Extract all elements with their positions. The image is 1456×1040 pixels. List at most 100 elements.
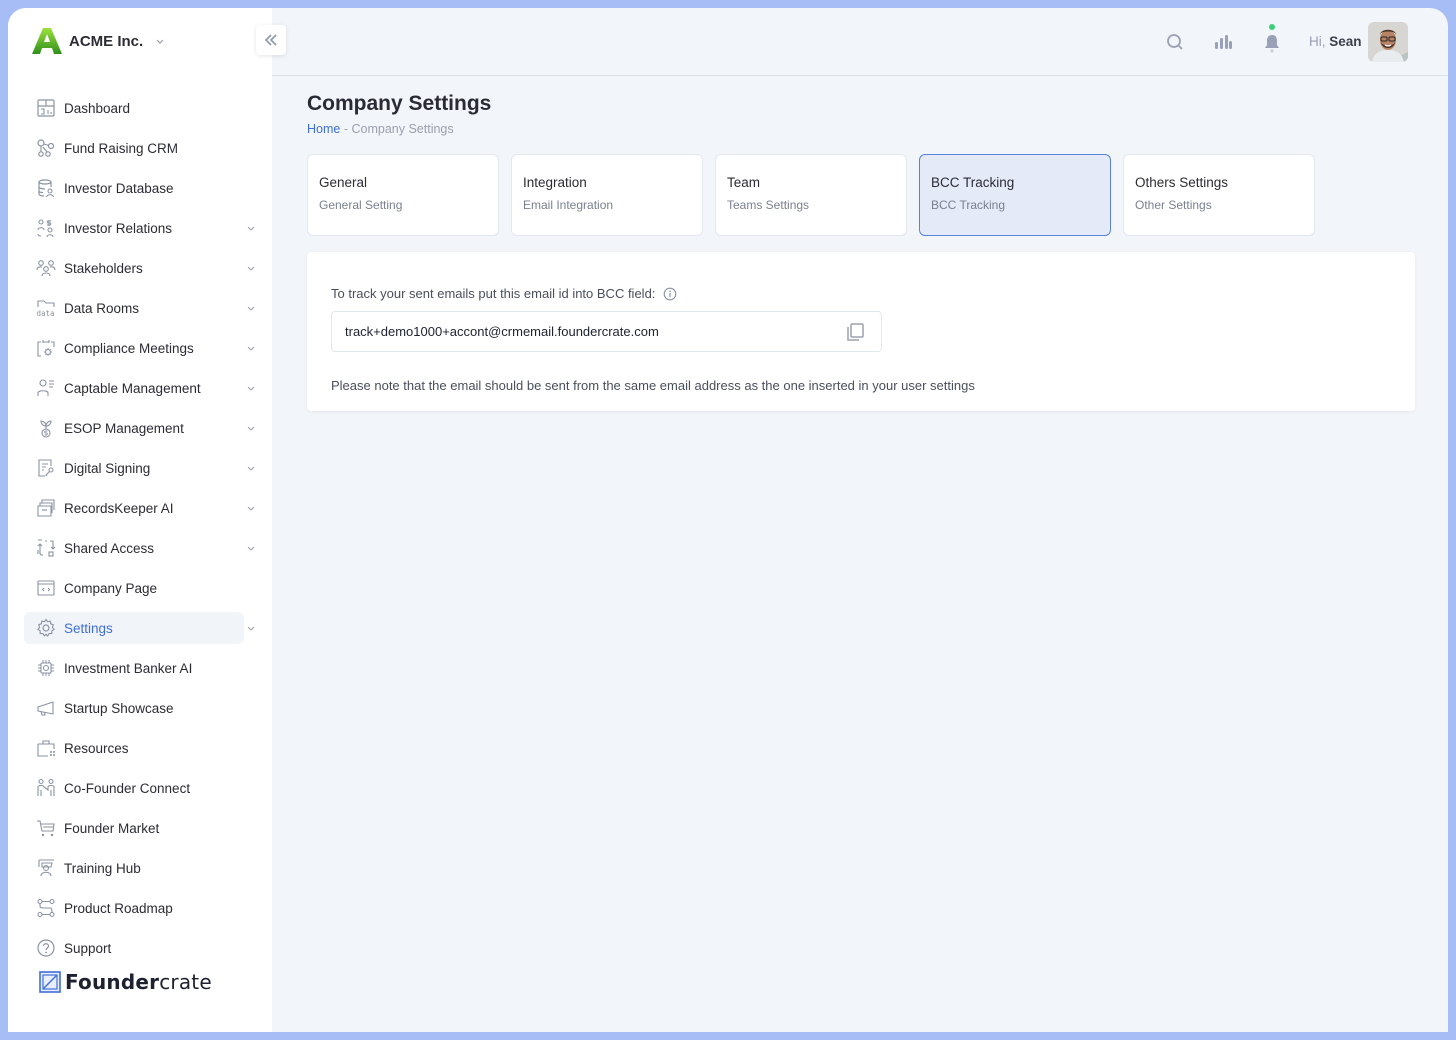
crm-nodes-icon	[37, 139, 55, 157]
info-icon[interactable]	[663, 287, 677, 301]
briefcase-icon	[37, 740, 55, 757]
investor-relations-icon	[37, 219, 54, 238]
browser-code-icon	[37, 580, 55, 596]
user-photo-icon	[1368, 22, 1408, 62]
megaphone-icon	[37, 701, 54, 716]
bcc-label-text: To track your sent emails put this email…	[331, 286, 656, 301]
bcc-email-field[interactable]: track+demo1000+accont@crmemail.foundercr…	[331, 311, 882, 352]
sidebar-item-compliance-meetings[interactable]: Compliance Meetings	[24, 332, 255, 364]
chevron-down-icon[interactable]	[246, 463, 256, 473]
sidebar-item-training-hub[interactable]: Training Hub	[24, 852, 244, 884]
breadcrumb: Home - Company Settings	[307, 122, 454, 136]
plant-coin-icon	[40, 420, 52, 438]
sidebar-item-support[interactable]: Support	[24, 932, 244, 964]
sidebar-item-recordskeeper-ai[interactable]: RecordsKeeper AI	[24, 492, 255, 524]
sidebar-item-label: Resources	[64, 740, 129, 756]
chevron-down-icon[interactable]	[246, 223, 256, 233]
sidebar-item-captable-management[interactable]: Captable Management	[24, 372, 255, 404]
acme-logo-icon	[32, 28, 62, 54]
bcc-instructions: To track your sent emails put this email…	[331, 286, 677, 301]
sidebar-nav: Dashboard Fund Raising CRM Investor Databa…	[24, 92, 264, 972]
roadmap-icon	[37, 898, 55, 918]
sidebar-item-founder-market[interactable]: Founder Market	[24, 812, 244, 844]
tab-title: Others Settings	[1135, 175, 1229, 190]
tab-subtitle: General Setting	[319, 198, 403, 212]
svg-text:data: data	[37, 309, 55, 318]
breadcrumb-separator: -	[343, 122, 348, 136]
sidebar-item-label: Compliance Meetings	[64, 340, 194, 356]
sidebar-item-label: Investment Banker AI	[64, 660, 193, 676]
collapse-sidebar-button[interactable]	[256, 25, 286, 55]
sidebar-item-label: Digital Signing	[64, 460, 151, 476]
data-folder-icon: data	[37, 300, 55, 318]
settings-tabs: General General Setting Integration Email I…	[307, 154, 1315, 236]
chevron-down-icon[interactable]	[246, 503, 256, 513]
sidebar-item-data-rooms[interactable]: data Data Rooms	[24, 292, 255, 324]
footer-brand-bold: Founder	[65, 970, 160, 994]
cart-icon	[37, 820, 55, 837]
sidebar-item-investor-relations[interactable]: Investor Relations	[24, 212, 255, 244]
chevron-down-icon[interactable]	[246, 423, 256, 433]
sidebar-item-label: Founder Market	[64, 820, 160, 836]
copy-icon[interactable]	[845, 322, 865, 342]
sidebar-item-label: Investor Database	[64, 180, 174, 196]
archive-box-icon	[37, 499, 55, 517]
bell-icon[interactable]	[1262, 33, 1282, 53]
sidebar-item-label: Product Roadmap	[64, 900, 173, 916]
sidebar-item-fund-raising-crm[interactable]: Fund Raising CRM	[24, 132, 244, 164]
sidebar-item-label: Shared Access	[64, 540, 155, 556]
sidebar-item-company-page[interactable]: Company Page	[24, 572, 244, 604]
tab-title: Integration	[523, 175, 587, 190]
chevron-down-icon[interactable]	[246, 623, 256, 633]
sidebar-item-settings[interactable]: Settings	[24, 612, 255, 644]
sidebar-item-label: Investor Relations	[64, 220, 173, 236]
company-switcher[interactable]: ACME Inc.	[31, 26, 165, 56]
user-list-icon	[37, 379, 54, 396]
sidebar-item-label: Co-Founder Connect	[64, 780, 191, 796]
document-pen-icon	[38, 459, 54, 477]
sidebar-item-investor-database[interactable]: Investor Database	[24, 172, 244, 204]
double-chevron-left-icon	[264, 34, 277, 46]
tab-title: General	[319, 175, 368, 190]
stakeholders-icon	[36, 260, 56, 277]
two-people-icon	[37, 778, 55, 796]
tab-bcc-tracking[interactable]: BCC Tracking BCC Tracking	[919, 154, 1111, 236]
sidebar-item-label: Dashboard	[64, 100, 131, 116]
sidebar-item-co-founder-connect[interactable]: Co-Founder Connect	[24, 772, 244, 804]
user-greeting[interactable]: Hi, Sean	[1309, 34, 1362, 49]
chevron-down-icon[interactable]	[246, 303, 256, 313]
footer-brand-light: crate	[159, 970, 212, 994]
user-name: Sean	[1329, 34, 1362, 49]
sidebar-item-product-roadmap[interactable]: Product Roadmap	[24, 892, 244, 924]
sidebar-item-dashboard[interactable]: Dashboard	[24, 92, 244, 124]
sidebar-item-startup-showcase[interactable]: Startup Showcase	[24, 692, 244, 724]
breadcrumb-home-link[interactable]: Home	[307, 122, 340, 136]
tab-subtitle: Teams Settings	[727, 198, 810, 212]
sidebar: ACME Inc. Dashboard Fund Raising CRM Inves…	[8, 8, 272, 1032]
sidebar-item-stakeholders[interactable]: Stakeholders	[24, 252, 255, 284]
dashboard-icon	[37, 99, 55, 117]
database-user-icon	[38, 179, 55, 198]
sidebar-item-digital-signing[interactable]: Digital Signing	[24, 452, 255, 484]
tab-integration[interactable]: Integration Email Integration	[511, 154, 703, 236]
sidebar-item-label: Startup Showcase	[64, 700, 174, 716]
sidebar-item-label: Company Page	[64, 580, 158, 596]
tab-team[interactable]: Team Teams Settings	[715, 154, 907, 236]
avatar[interactable]	[1368, 22, 1408, 62]
tab-subtitle: Email Integration	[523, 198, 614, 212]
sidebar-item-investment-banker-ai[interactable]: Investment Banker AI	[24, 652, 244, 684]
analytics-bars-icon[interactable]	[1213, 32, 1233, 52]
sidebar-item-esop-management[interactable]: ESOP Management	[24, 412, 255, 444]
chevron-down-icon[interactable]	[246, 383, 256, 393]
sidebar-item-resources[interactable]: Resources	[24, 732, 244, 764]
tab-subtitle: BCC Tracking	[931, 198, 1006, 212]
help-circle-icon	[37, 939, 55, 957]
chevron-down-icon[interactable]	[246, 343, 256, 353]
search-icon[interactable]	[1165, 32, 1185, 52]
chevron-down-icon[interactable]	[246, 543, 256, 553]
tab-others-settings[interactable]: Others Settings Other Settings	[1123, 154, 1315, 236]
chevron-down-icon[interactable]	[246, 263, 256, 273]
sidebar-item-shared-access[interactable]: Shared Access	[24, 532, 255, 564]
tab-general[interactable]: General General Setting	[307, 154, 499, 236]
teacher-icon	[38, 859, 54, 877]
